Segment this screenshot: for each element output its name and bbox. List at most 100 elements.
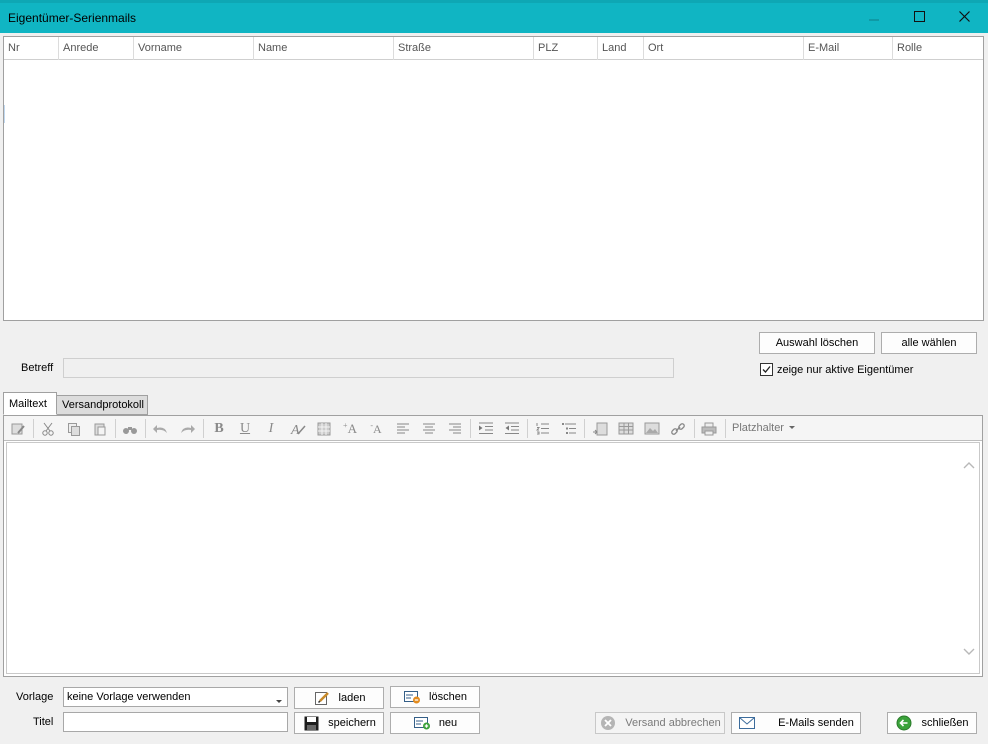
outdent-icon <box>505 422 519 434</box>
scroll-down-button[interactable] <box>962 645 976 659</box>
column-header-email[interactable]: E-Mail <box>804 37 893 60</box>
owner-grid[interactable]: Nr Anrede Vorname Name Straße PLZ Land O… <box>3 36 984 321</box>
scroll-up-button[interactable] <box>962 458 976 472</box>
floppy-disk-icon <box>302 715 320 731</box>
italic-icon: I <box>268 420 274 436</box>
align-left-button[interactable] <box>392 419 414 438</box>
checkbox-box[interactable] <box>760 363 773 376</box>
insert-link-button[interactable] <box>667 419 689 438</box>
delete-template-button[interactable]: löschen <box>390 686 480 708</box>
underline-icon: U <box>239 420 251 436</box>
undo-button[interactable] <box>150 419 172 438</box>
close-button[interactable]: schließen <box>887 712 977 734</box>
row-indicator <box>4 105 5 123</box>
grid-icon <box>317 422 331 435</box>
cancel-send-button[interactable]: Versand abbrechen <box>595 712 725 734</box>
cut-button[interactable] <box>37 419 59 438</box>
align-right-button[interactable] <box>444 419 466 438</box>
only-active-owners-checkbox[interactable]: zeige nur aktive Eigentümer <box>760 363 913 376</box>
title-input[interactable] <box>63 712 288 732</box>
column-header-plz[interactable]: PLZ <box>534 37 598 60</box>
numbered-list-icon <box>536 423 549 435</box>
column-header-anrede[interactable]: Anrede <box>59 37 134 60</box>
template-label: Vorlage <box>16 691 54 703</box>
align-right-icon <box>449 423 461 433</box>
toolbar-separator <box>115 419 116 438</box>
title-label: Titel <box>33 716 54 728</box>
save-template-label: speichern <box>328 717 376 729</box>
column-header-rolle[interactable]: Rolle <box>893 37 983 60</box>
redo-button[interactable] <box>176 419 198 438</box>
align-left-icon <box>397 423 409 433</box>
column-header-land[interactable]: Land <box>598 37 644 60</box>
insert-row-button[interactable] <box>589 419 611 438</box>
back-arrow-circle-icon <box>895 715 913 731</box>
indent-button[interactable] <box>475 419 497 438</box>
font-decrease-icon: -A <box>370 420 382 436</box>
scissors-icon <box>42 422 54 436</box>
add-card-icon <box>413 715 431 731</box>
italic-button[interactable]: I <box>260 419 282 438</box>
increase-font-button[interactable]: +A <box>339 419 361 438</box>
select-all-button[interactable]: alle wählen <box>881 332 977 354</box>
paste-button[interactable] <box>89 419 111 438</box>
column-header-ort[interactable]: Ort <box>644 37 804 60</box>
bullet-list-button[interactable] <box>558 419 580 438</box>
save-template-button[interactable]: speichern <box>294 712 384 734</box>
send-emails-label: E-Mails senden <box>778 717 854 729</box>
column-header-nr[interactable]: Nr <box>4 37 59 60</box>
window-title: Eigentümer-Serienmails <box>8 11 137 25</box>
cancel-circle-icon <box>599 715 617 731</box>
clear-selection-button[interactable]: Auswahl löschen <box>759 332 875 354</box>
load-template-button[interactable]: laden <box>294 687 384 709</box>
subject-input[interactable] <box>63 358 674 378</box>
title-bar: Eigentümer-Serienmails <box>0 0 988 33</box>
only-active-owners-label: zeige nur aktive Eigentümer <box>777 363 914 376</box>
numbered-list-button[interactable] <box>532 419 554 438</box>
send-emails-button[interactable]: E-Mails senden <box>731 712 861 734</box>
minimize-button[interactable] <box>852 3 896 33</box>
envelope-icon <box>738 715 756 731</box>
toolbar-separator <box>203 419 204 438</box>
font-style-icon: A <box>290 423 306 436</box>
insert-table-button[interactable] <box>615 419 637 438</box>
outdent-button[interactable] <box>501 419 523 438</box>
align-center-icon <box>423 423 435 433</box>
underline-button[interactable]: U <box>234 419 256 438</box>
template-select[interactable]: keine Vorlage verwenden <box>63 687 288 707</box>
subject-label: Betreff <box>21 362 54 374</box>
print-button[interactable] <box>698 419 720 438</box>
maximize-button[interactable] <box>897 3 941 33</box>
font-increase-icon: +A <box>343 420 357 436</box>
column-header-vorname[interactable]: Vorname <box>134 37 254 60</box>
font-button[interactable]: A <box>287 419 309 438</box>
column-header-name[interactable]: Name <box>254 37 394 60</box>
delete-card-icon <box>403 689 421 705</box>
new-template-label: neu <box>438 717 458 729</box>
decrease-font-button[interactable]: -A <box>365 419 387 438</box>
find-button[interactable] <box>119 419 141 438</box>
copy-icon <box>68 422 80 436</box>
chevron-up-icon <box>963 462 975 469</box>
table-grid-button[interactable] <box>313 419 335 438</box>
grid-body[interactable] <box>4 61 983 320</box>
toolbar-separator <box>584 419 585 438</box>
bold-button[interactable]: B <box>208 419 230 438</box>
toolbar-separator <box>33 419 34 438</box>
copy-button[interactable] <box>63 419 85 438</box>
tab-versandprotokoll[interactable]: Versandprotokoll <box>56 395 148 415</box>
cancel-send-label: Versand abbrechen <box>625 717 721 729</box>
checkmark-icon <box>762 366 771 373</box>
template-selected-value: keine Vorlage verwenden <box>67 691 191 703</box>
column-header-strasse[interactable]: Straße <box>394 37 534 60</box>
new-template-button[interactable]: neu <box>390 712 480 734</box>
align-center-button[interactable] <box>418 419 440 438</box>
edit-toolbar-button[interactable] <box>7 419 29 438</box>
insert-image-button[interactable] <box>641 419 663 438</box>
mail-body-input[interactable] <box>6 442 980 674</box>
placeholder-menu-label: Platzhalter <box>732 422 784 434</box>
mail-editor: B U I A +A -A Platzhalter <box>3 415 983 677</box>
close-window-button[interactable] <box>942 3 986 33</box>
tab-mailtext[interactable]: Mailtext <box>3 392 57 415</box>
placeholder-dropdown[interactable]: Platzhalter <box>732 419 796 438</box>
